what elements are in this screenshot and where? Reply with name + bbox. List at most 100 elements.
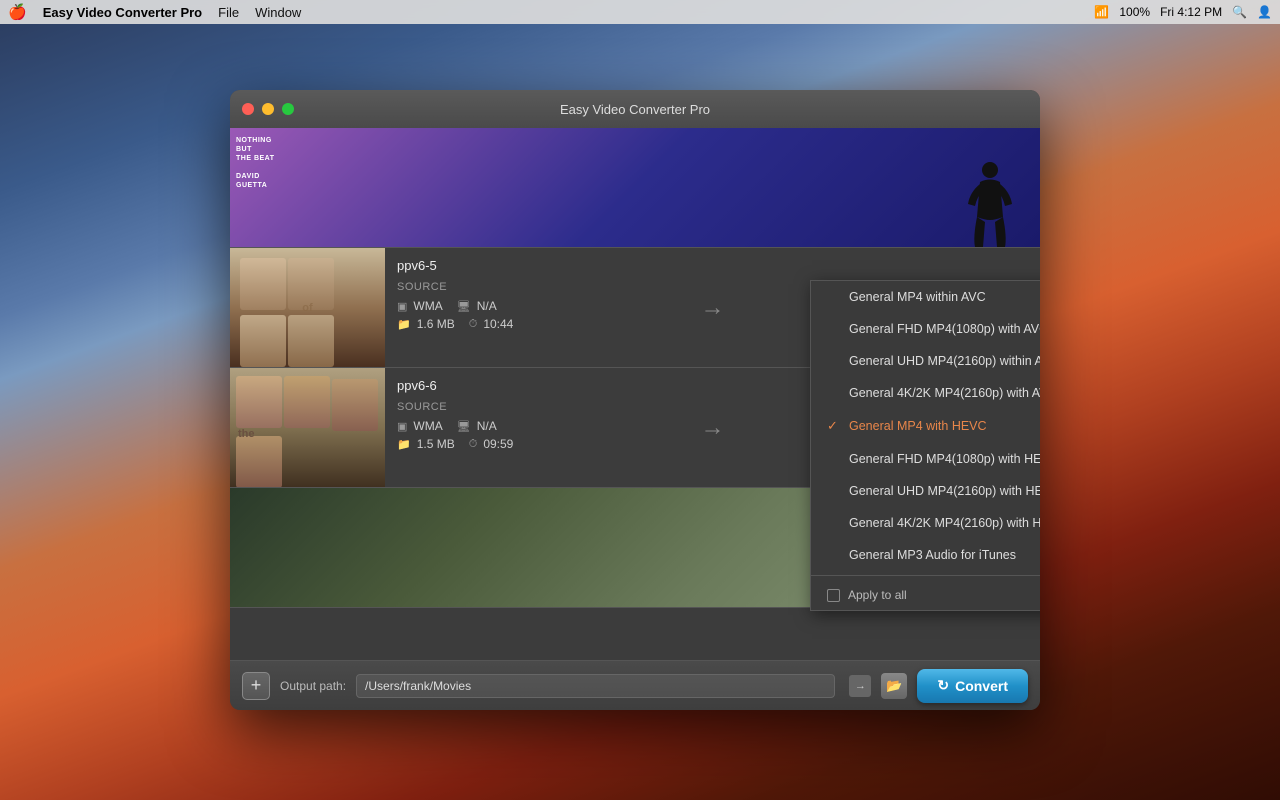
meta-size-row: 📁 1.5 MB ⏱ 09:59 xyxy=(397,437,671,451)
browse-folder-button[interactable]: 📂 xyxy=(881,673,907,699)
dropdown-item-label: General UHD MP4(2160p) with HEVC xyxy=(849,484,1040,498)
dropdown-item-label: General UHD MP4(2160p) within AVC xyxy=(849,354,1040,368)
file-list: NOTHINGBUTTHE BEATDAVIDGUETTA 1-05 Witho… xyxy=(230,128,1040,660)
meta-format-row: ▣ WMA 🖥 N/A xyxy=(397,419,671,433)
convert-icon: ↻ xyxy=(937,677,949,694)
face-8 xyxy=(236,436,282,487)
format-dropdown: General MP4 within AVC General FHD MP4(1… xyxy=(810,280,1040,611)
thumbnail-guetta: NOTHINGBUTTHE BEATDAVIDGUETTA xyxy=(230,128,1040,247)
output-path-label: Output path: xyxy=(280,679,346,693)
resolution-icon: 🖥 xyxy=(457,300,471,313)
dropdown-item-4k-avc[interactable]: General 4K/2K MP4(2160p) with AVC xyxy=(811,377,1040,409)
file-size: 1.6 MB xyxy=(417,317,455,331)
menubar: 🍎 Easy Video Converter Pro File Window 📶… xyxy=(0,0,1280,24)
file-format: WMA xyxy=(413,419,442,433)
bottom-bar: + Output path: /Users/frank/Movies → 📂 ↻… xyxy=(230,660,1040,710)
dropdown-divider xyxy=(811,575,1040,576)
duration-icon: ⏱ xyxy=(469,438,478,451)
menubar-app-name[interactable]: Easy Video Converter Pro xyxy=(43,5,202,20)
dropdown-item-label: General FHD MP4(1080p) with AVC xyxy=(849,322,1040,336)
file-resolution: N/A xyxy=(477,299,497,313)
dropdown-item-uhd-hevc[interactable]: General UHD MP4(2160p) with HEVC xyxy=(811,475,1040,507)
arrow-area: → xyxy=(683,368,743,487)
file-format: WMA xyxy=(413,299,442,313)
arrow-right-icon: → xyxy=(701,414,725,442)
arrow-area: → xyxy=(683,248,743,367)
file-duration: 09:59 xyxy=(483,437,513,451)
face-3 xyxy=(240,315,286,367)
dropdown-item-label: General MP3 Audio for iTunes xyxy=(849,548,1016,562)
dropdown-item-4k-hevc[interactable]: General 4K/2K MP4(2160p) with HEVC xyxy=(811,507,1040,539)
dropdown-item-fhd-hevc[interactable]: General FHD MP4(1080p) with HEVC xyxy=(811,443,1040,475)
menubar-user[interactable]: 👤 xyxy=(1257,5,1272,19)
close-button[interactable] xyxy=(242,103,254,115)
menubar-window[interactable]: Window xyxy=(255,5,301,20)
format-icon: ▣ xyxy=(397,420,407,433)
add-file-button[interactable]: + xyxy=(242,672,270,700)
window-controls xyxy=(242,103,294,115)
size-icon: 📁 xyxy=(397,438,411,451)
apple-menu[interactable]: 🍎 xyxy=(8,3,27,21)
dropdown-item-label: General MP4 within AVC xyxy=(849,290,986,304)
checkmark-icon: ✓ xyxy=(827,418,841,434)
duration-icon: ⏱ xyxy=(469,318,478,331)
thumb-label2: the xyxy=(238,428,255,440)
file-name: ppv6-5 xyxy=(397,258,671,273)
window-title: Easy Video Converter Pro xyxy=(560,102,710,117)
path-arrow-button[interactable]: → xyxy=(849,675,871,697)
title-bar: Easy Video Converter Pro xyxy=(230,90,1040,128)
apply-all-row: Apply to all xyxy=(811,580,1040,610)
file-meta: ▣ WMA 🖥 N/A 📁 1.6 MB ⏱ 10:44 xyxy=(397,299,671,331)
face-5 xyxy=(236,376,282,428)
minimize-button[interactable] xyxy=(262,103,274,115)
menubar-right: 📶 100% Fri 4:12 PM 🔍 👤 xyxy=(1094,5,1272,19)
menubar-left: 🍎 Easy Video Converter Pro File Window xyxy=(8,3,1078,21)
thumbnail-ppv6: the xyxy=(230,368,385,487)
app-window: Easy Video Converter Pro NOTHINGBUTTHE B… xyxy=(230,90,1040,710)
dropdown-item-avc[interactable]: General MP4 within AVC xyxy=(811,281,1040,313)
menubar-file[interactable]: File xyxy=(218,5,239,20)
dropdown-item-fhd-avc[interactable]: General FHD MP4(1080p) with AVC xyxy=(811,313,1040,345)
arrow-right-icon: → xyxy=(701,294,725,322)
apply-all-label: Apply to all xyxy=(848,588,907,602)
face-1 xyxy=(240,258,286,310)
menubar-search[interactable]: 🔍 xyxy=(1232,5,1247,19)
size-icon: 📁 xyxy=(397,318,411,331)
dropdown-item-label: General 4K/2K MP4(2160p) with HEVC xyxy=(849,516,1040,530)
dropdown-item-mp3-itunes[interactable]: General MP3 Audio for iTunes xyxy=(811,539,1040,571)
convert-button[interactable]: ↻ Convert xyxy=(917,669,1028,703)
meta-format-row: ▣ WMA 🖥 N/A xyxy=(397,299,671,313)
file-row: NOTHINGBUTTHE BEATDAVIDGUETTA 1-05 Witho… xyxy=(230,128,1040,248)
file-duration: 10:44 xyxy=(483,317,513,331)
thumb-text: NOTHINGBUTTHE BEATDAVIDGUETTA xyxy=(236,136,274,191)
convert-label: Convert xyxy=(955,678,1008,694)
maximize-button[interactable] xyxy=(282,103,294,115)
file-info: ppv6-5 Source ▣ WMA 🖥 N/A 📁 1.6 MB ⏱ 10:… xyxy=(385,248,683,367)
meta-size-row: 📁 1.6 MB ⏱ 10:44 xyxy=(397,317,671,331)
file-name: ppv6-6 xyxy=(397,378,671,393)
menubar-wifi: 📶 xyxy=(1094,5,1109,19)
dropdown-item-label: General 4K/2K MP4(2160p) with AVC xyxy=(849,386,1040,400)
face-6 xyxy=(284,376,330,428)
dropdown-item-uhd-avc[interactable]: General UHD MP4(2160p) within AVC xyxy=(811,345,1040,377)
menubar-time: Fri 4:12 PM xyxy=(1160,5,1222,19)
thumbnail-presidents: of xyxy=(230,248,385,367)
figure-silhouette xyxy=(965,162,1015,247)
file-resolution: N/A xyxy=(477,419,497,433)
output-path-field[interactable]: /Users/frank/Movies xyxy=(356,674,835,698)
dropdown-item-hevc[interactable]: ✓ General MP4 with HEVC xyxy=(811,409,1040,443)
format-icon: ▣ xyxy=(397,300,407,313)
face-7 xyxy=(332,379,378,431)
menubar-battery: 100% xyxy=(1119,5,1150,19)
resolution-icon: 🖥 xyxy=(457,420,471,433)
thumb-label: of xyxy=(302,302,312,314)
file-meta: ▣ WMA 🖥 N/A 📁 1.5 MB ⏱ 09:59 xyxy=(397,419,671,451)
dropdown-item-label: General MP4 with HEVC xyxy=(849,419,987,433)
face-4 xyxy=(288,315,334,367)
apply-all-checkbox[interactable] xyxy=(827,589,840,602)
file-size: 1.5 MB xyxy=(417,437,455,451)
source-label: Source xyxy=(397,281,671,293)
dropdown-item-label: General FHD MP4(1080p) with HEVC xyxy=(849,452,1040,466)
file-info: ppv6-6 Source ▣ WMA 🖥 N/A 📁 1.5 MB ⏱ 09:… xyxy=(385,368,683,487)
source-label: Source xyxy=(397,401,671,413)
